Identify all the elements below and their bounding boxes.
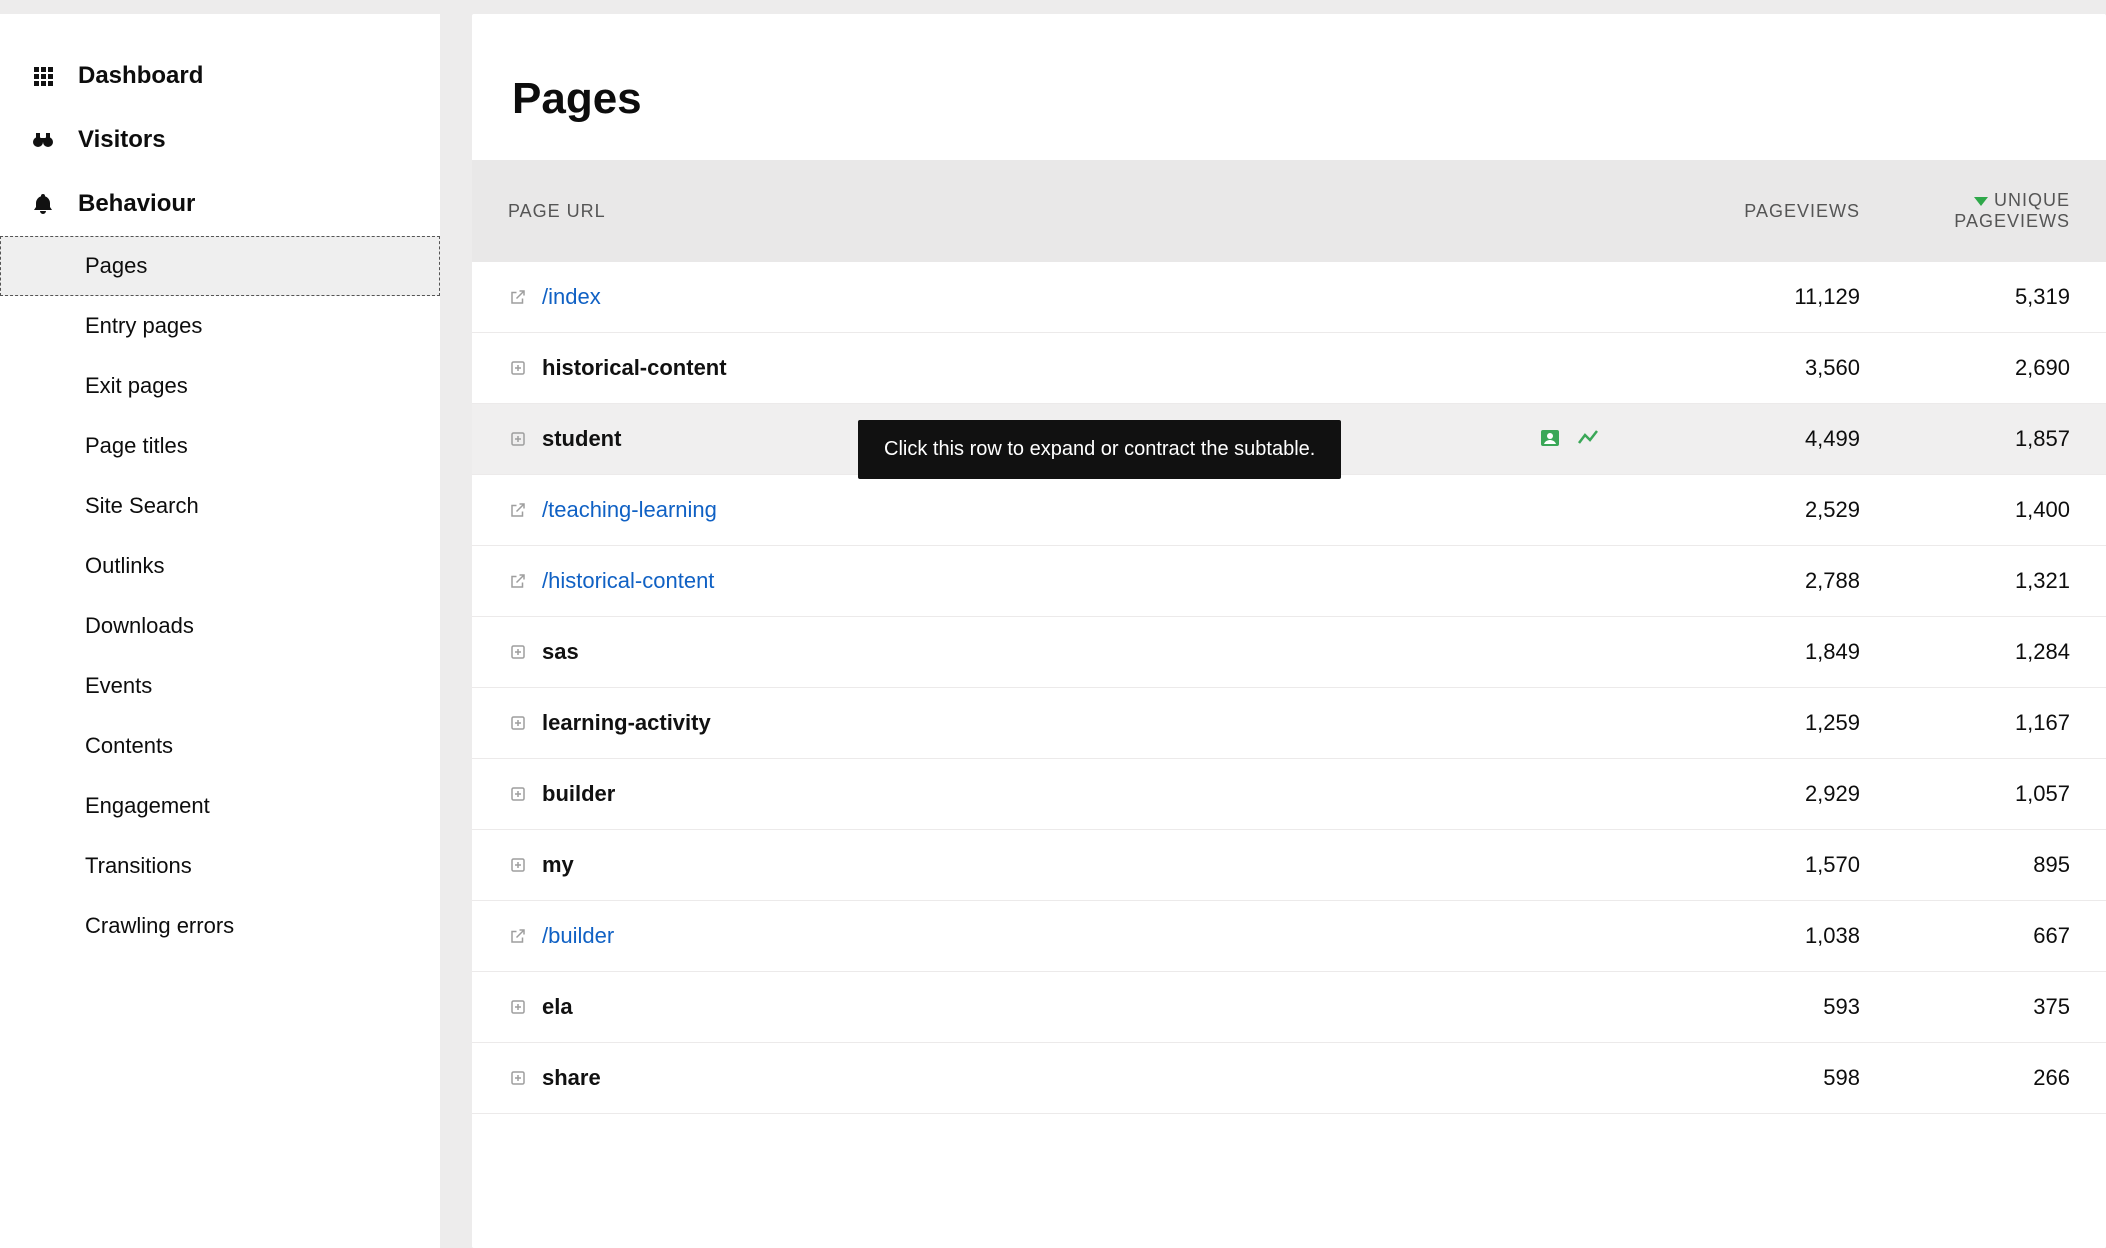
table-row[interactable]: builder 2,9291,057 xyxy=(472,759,2106,830)
unique-pageviews-cell: 895 xyxy=(1896,830,2106,901)
page-url-label: share xyxy=(542,1065,601,1091)
sidebar-subitem-crawling-errors[interactable]: Crawling errors xyxy=(0,896,440,956)
sidebar-item-label: Behaviour xyxy=(78,190,195,218)
page-url-label[interactable]: /index xyxy=(542,284,601,310)
table-row[interactable]: /builder 1,038667 xyxy=(472,901,2106,972)
pageviews-cell: 11,129 xyxy=(1686,262,1896,333)
unique-pageviews-cell: 1,284 xyxy=(1896,617,2106,688)
external-link-icon[interactable] xyxy=(508,571,528,591)
pageviews-cell: 2,929 xyxy=(1686,759,1896,830)
row-tooltip: Click this row to expand or contract the… xyxy=(858,420,1341,479)
unique-pageviews-cell: 1,057 xyxy=(1896,759,2106,830)
pageviews-cell: 1,038 xyxy=(1686,901,1896,972)
unique-pageviews-cell: 266 xyxy=(1896,1043,2106,1114)
sidebar-item-visitors[interactable]: Visitors xyxy=(0,108,440,172)
sidebar-subitem-engagement[interactable]: Engagement xyxy=(0,776,440,836)
unique-pageviews-cell: 375 xyxy=(1896,972,2106,1043)
table-row[interactable]: my 1,570895 xyxy=(472,830,2106,901)
sidebar-subitem-transitions[interactable]: Transitions xyxy=(0,836,440,896)
sidebar-subitem-exit-pages[interactable]: Exit pages xyxy=(0,356,440,416)
table-row[interactable]: share 598266 xyxy=(472,1043,2106,1114)
table-row[interactable]: learning-activity 1,2591,167 xyxy=(472,688,2106,759)
table-row[interactable]: /historical-content 2,7881,321 xyxy=(472,546,2106,617)
binoculars-icon xyxy=(30,127,56,153)
page-url-label: my xyxy=(542,852,574,878)
sidebar-item-label: Dashboard xyxy=(78,62,203,90)
table-header-row: Page URL Pageviews Unique Pageviews xyxy=(472,160,2106,262)
pageviews-cell: 1,570 xyxy=(1686,830,1896,901)
expand-icon[interactable] xyxy=(508,358,528,378)
sidebar-subitem-events[interactable]: Events xyxy=(0,656,440,716)
row-evolution-icon[interactable] xyxy=(1576,426,1600,456)
expand-icon[interactable] xyxy=(508,429,528,449)
page-url-label: builder xyxy=(542,781,615,807)
pageviews-cell: 598 xyxy=(1686,1043,1896,1114)
segment-icon[interactable] xyxy=(1538,426,1562,456)
table-row[interactable]: sas 1,8491,284 xyxy=(472,617,2106,688)
sidebar-subitem-entry-pages[interactable]: Entry pages xyxy=(0,296,440,356)
col-unique-pageviews[interactable]: Unique Pageviews xyxy=(1896,160,2106,262)
unique-pageviews-cell: 1,167 xyxy=(1896,688,2106,759)
page-card: Pages Page URL Pageviews Unique Pageview… xyxy=(472,14,2106,1248)
external-link-icon[interactable] xyxy=(508,500,528,520)
unique-pageviews-cell: 1,400 xyxy=(1896,475,2106,546)
expand-icon[interactable] xyxy=(508,784,528,804)
sort-desc-icon xyxy=(1974,197,1988,206)
page-url-label: sas xyxy=(542,639,579,665)
expand-icon[interactable] xyxy=(508,855,528,875)
expand-icon[interactable] xyxy=(508,1068,528,1088)
unique-pageviews-cell: 1,321 xyxy=(1896,546,2106,617)
unique-pageviews-cell: 667 xyxy=(1896,901,2106,972)
page-url-label: ela xyxy=(542,994,573,1020)
unique-pageviews-cell: 2,690 xyxy=(1896,333,2106,404)
expand-icon[interactable] xyxy=(508,997,528,1017)
sidebar-subitem-site-search[interactable]: Site Search xyxy=(0,476,440,536)
table-row[interactable]: /teaching-learning 2,5291,400 xyxy=(472,475,2106,546)
pageviews-cell: 2,788 xyxy=(1686,546,1896,617)
table-row[interactable]: /index 11,1295,319 xyxy=(472,262,2106,333)
pageviews-cell: 4,499 xyxy=(1686,404,1896,475)
pageviews-cell: 2,529 xyxy=(1686,475,1896,546)
col-url[interactable]: Page URL xyxy=(472,160,1686,262)
expand-icon[interactable] xyxy=(508,642,528,662)
pageviews-cell: 3,560 xyxy=(1686,333,1896,404)
pageviews-cell: 593 xyxy=(1686,972,1896,1043)
sidebar-subitem-outlinks[interactable]: Outlinks xyxy=(0,536,440,596)
pageviews-cell: 1,259 xyxy=(1686,688,1896,759)
page-url-label[interactable]: /historical-content xyxy=(542,568,714,594)
content-area: Pages Page URL Pageviews Unique Pageview… xyxy=(440,14,2106,1248)
table-row[interactable]: studentClick this row to expand or contr… xyxy=(472,404,2106,475)
page-url-label[interactable]: /builder xyxy=(542,923,614,949)
pageviews-cell: 1,849 xyxy=(1686,617,1896,688)
window-top-strip xyxy=(0,0,2106,14)
table-row[interactable]: ela 593375 xyxy=(472,972,2106,1043)
sidebar-subitem-contents[interactable]: Contents xyxy=(0,716,440,776)
unique-pageviews-cell: 5,319 xyxy=(1896,262,2106,333)
page-url-label: historical-content xyxy=(542,355,727,381)
sidebar-subitem-downloads[interactable]: Downloads xyxy=(0,596,440,656)
page-url-label: student xyxy=(542,426,621,452)
sidebar-subitem-pages[interactable]: Pages xyxy=(0,236,440,296)
page-url-label: learning-activity xyxy=(542,710,711,736)
external-link-icon[interactable] xyxy=(508,287,528,307)
unique-pageviews-cell: 1,857 xyxy=(1896,404,2106,475)
grid-icon xyxy=(30,63,56,89)
sidebar-item-dashboard[interactable]: Dashboard xyxy=(0,44,440,108)
bell-icon xyxy=(30,191,56,217)
pages-table: Page URL Pageviews Unique Pageviews /ind… xyxy=(472,160,2106,1114)
sidebar-item-label: Visitors xyxy=(78,126,166,154)
table-row[interactable]: historical-content 3,5602,690 xyxy=(472,333,2106,404)
col-pageviews[interactable]: Pageviews xyxy=(1686,160,1896,262)
expand-icon[interactable] xyxy=(508,713,528,733)
sidebar: Dashboard Visitors Behaviour PagesEntry pag… xyxy=(0,14,440,1248)
sidebar-subitem-page-titles[interactable]: Page titles xyxy=(0,416,440,476)
sidebar-item-behaviour[interactable]: Behaviour xyxy=(0,172,440,236)
page-title: Pages xyxy=(472,14,2106,160)
page-url-label[interactable]: /teaching-learning xyxy=(542,497,717,523)
external-link-icon[interactable] xyxy=(508,926,528,946)
